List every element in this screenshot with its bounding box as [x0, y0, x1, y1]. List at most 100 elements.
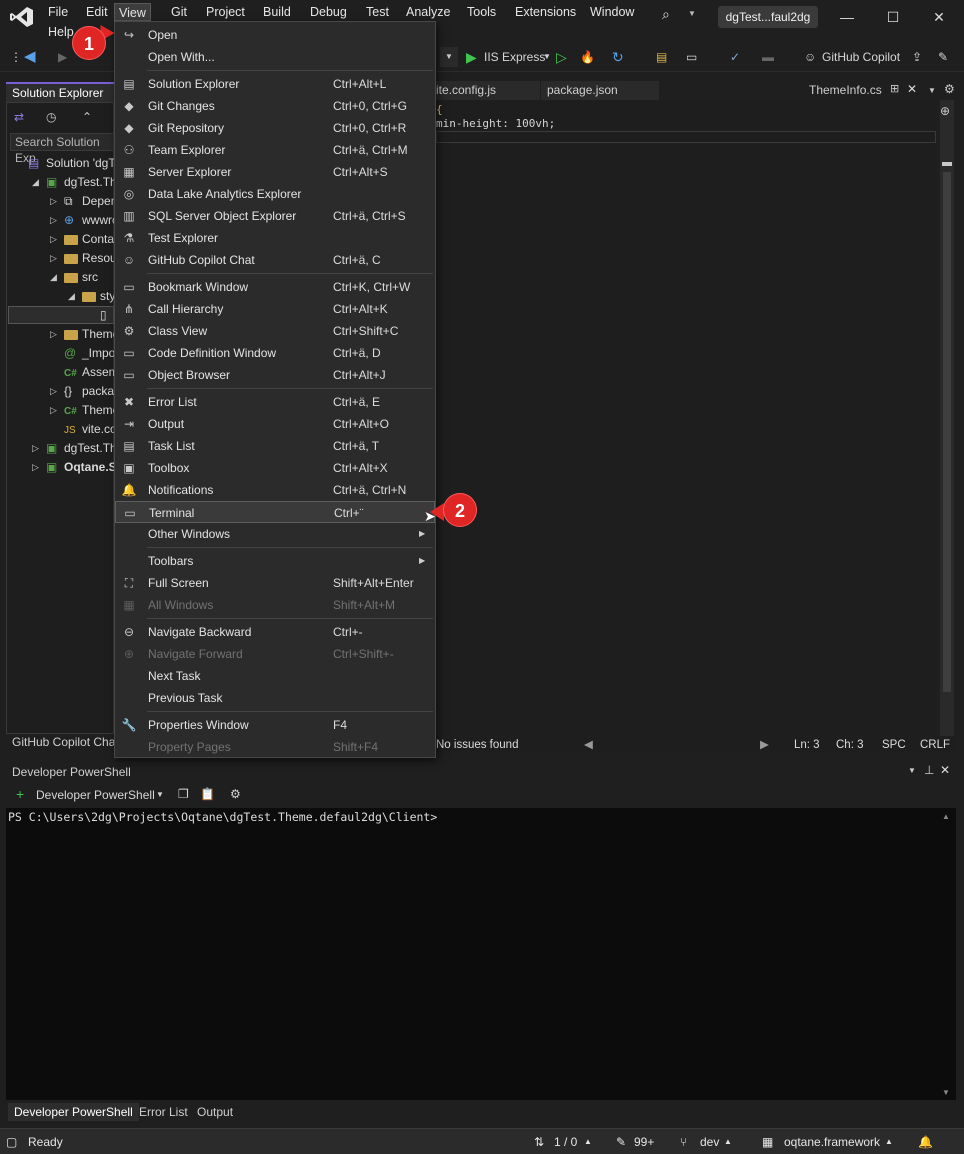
tree-item[interactable]: ▷ Theme: [0, 325, 114, 344]
chevron-down-icon[interactable]: ▼: [928, 86, 936, 95]
share-icon[interactable]: ⇪: [912, 47, 922, 67]
gear-icon[interactable]: ⚙: [944, 82, 955, 96]
menu-file[interactable]: File: [44, 3, 72, 21]
tab-theme-info[interactable]: ThemeInfo.cs: [803, 81, 889, 100]
forward-icon[interactable]: ▶: [58, 47, 67, 67]
pin-icon[interactable]: ⊥: [924, 763, 934, 777]
history-icon[interactable]: ◷: [46, 110, 56, 124]
menu-item-output[interactable]: ⇥ Output Ctrl+Alt+O: [115, 413, 435, 435]
menu-item-git-changes[interactable]: ◆ Git Changes Ctrl+0, Ctrl+G: [115, 95, 435, 117]
collapse-icon[interactable]: ⌃: [82, 110, 92, 124]
chevron-down-icon[interactable]: ▼: [908, 766, 916, 775]
menu-item-call-hierarchy[interactable]: ⋔ Call Hierarchy Ctrl+Alt+K: [115, 298, 435, 320]
tree-item[interactable]: ▷ C# Theme: [0, 401, 114, 420]
pin-icon[interactable]: ⊞: [890, 82, 899, 95]
solution-explorer-tab[interactable]: Solution Explorer: [6, 82, 114, 102]
tree-item[interactable]: ▯: [0, 306, 114, 325]
menu-item-object-browser[interactable]: ▭ Object Browser Ctrl+Alt+J: [115, 364, 435, 386]
edit-count[interactable]: 99+: [634, 1129, 654, 1154]
expand-arrow-icon[interactable]: ▷: [32, 439, 39, 458]
expand-arrow-icon[interactable]: ▷: [32, 458, 39, 477]
tree-item[interactable]: ◢ src: [0, 268, 114, 287]
tree-item[interactable]: ▷ ▣ Oqtane.S: [0, 458, 114, 477]
menu-item-toolbox[interactable]: ▣ Toolbox Ctrl+Alt+X: [115, 457, 435, 479]
tree-item[interactable]: ◢ sty: [0, 287, 114, 306]
line-counter[interactable]: 1 / 0: [554, 1129, 577, 1154]
close-icon[interactable]: ✕: [907, 82, 917, 96]
menu-item-toolbars[interactable]: Toolbars ▶: [115, 550, 435, 572]
menu-item-data-lake-analytics-explorer[interactable]: ◎ Data Lake Analytics Explorer: [115, 183, 435, 205]
line-ending[interactable]: CRLF: [920, 737, 950, 753]
tree-item[interactable]: C# Assem: [0, 363, 114, 382]
menu-item-git-repository[interactable]: ◆ Git Repository Ctrl+0, Ctrl+R: [115, 117, 435, 139]
menu-item-solution-explorer[interactable]: ▤ Solution Explorer Ctrl+Alt+L: [115, 73, 435, 95]
close-icon[interactable]: ✕: [940, 763, 950, 777]
menu-item-class-view[interactable]: ⚙ Class View Ctrl+Shift+C: [115, 320, 435, 342]
menu-item-github-copilot-chat[interactable]: ☺ GitHub Copilot Chat Ctrl+ä, C: [115, 249, 435, 271]
sync-icon[interactable]: ⇄: [14, 110, 24, 124]
chevron-up-icon[interactable]: ▲: [724, 1129, 732, 1154]
copy-icon[interactable]: ❐: [178, 787, 189, 801]
tab-package-json[interactable]: package.json: [541, 81, 659, 100]
expand-arrow-icon[interactable]: ▷: [50, 192, 57, 211]
start-debug-icon[interactable]: ▶: [466, 47, 477, 67]
repo-name[interactable]: oqtane.framework: [784, 1129, 880, 1154]
line-number[interactable]: Ln: 3: [794, 737, 820, 753]
expand-arrow-icon[interactable]: ▷: [50, 325, 57, 344]
notification-bell-icon[interactable]: 🔔: [918, 1129, 933, 1154]
menu-window[interactable]: Window: [586, 3, 638, 21]
menu-item-test-explorer[interactable]: ⚗ Test Explorer: [115, 227, 435, 249]
expand-arrow-icon[interactable]: ▷: [50, 382, 57, 401]
menu-analyze[interactable]: Analyze: [402, 3, 454, 21]
menu-tools[interactable]: Tools: [463, 3, 500, 21]
add-icon[interactable]: +: [16, 786, 24, 802]
menu-test[interactable]: Test: [362, 3, 393, 21]
menu-item-open[interactable]: ↪ Open: [115, 24, 435, 46]
menu-item-code-definition-window[interactable]: ▭ Code Definition Window Ctrl+ä, D: [115, 342, 435, 364]
config-dropdown[interactable]: ▼: [440, 47, 458, 67]
gear-icon[interactable]: ⚙: [230, 787, 241, 801]
menu-item-terminal[interactable]: ▭ Terminal Ctrl+¨: [115, 501, 435, 523]
menu-item-properties-window[interactable]: 🔧 Properties Window F4: [115, 714, 435, 736]
chevron-down-icon[interactable]: ▼: [156, 790, 164, 799]
menu-debug[interactable]: Debug: [306, 3, 351, 21]
scroll-left-icon[interactable]: ◀: [584, 737, 593, 753]
paste-icon[interactable]: 📋: [200, 787, 215, 801]
tree-item[interactable]: ▷ ⊕ wwwrc: [0, 211, 114, 230]
menu-item-next-task[interactable]: Next Task: [115, 665, 435, 687]
tree-item[interactable]: ▷ Contai: [0, 230, 114, 249]
menu-item-team-explorer[interactable]: ⚇ Team Explorer Ctrl+ä, Ctrl+M: [115, 139, 435, 161]
menu-item-full-screen[interactable]: ⛶ Full Screen Shift+Alt+Enter: [115, 572, 435, 594]
expand-arrow-icon[interactable]: ▷: [50, 211, 57, 230]
menu-project[interactable]: Project: [202, 3, 249, 21]
layout-icon[interactable]: ▭: [686, 47, 697, 67]
menu-item-notifications[interactable]: 🔔 Notifications Ctrl+ä, Ctrl+N: [115, 479, 435, 501]
expand-arrow-icon[interactable]: ▷: [50, 230, 57, 249]
branch-name[interactable]: dev: [700, 1129, 719, 1154]
chevron-down-icon[interactable]: ▼: [543, 47, 551, 67]
scroll-right-icon[interactable]: ▶: [760, 737, 769, 753]
tab-developer-powershell[interactable]: Developer PowerShell: [8, 1103, 139, 1121]
start-without-debug-icon[interactable]: ▷: [556, 47, 567, 67]
tree-item[interactable]: @ _Impo: [0, 344, 114, 363]
tree-item[interactable]: ▷ Resour: [0, 249, 114, 268]
menu-item-sql-server-object-explorer[interactable]: ▥ SQL Server Object Explorer Ctrl+ä, Ctrl+…: [115, 205, 435, 227]
menu-item-previous-task[interactable]: Previous Task: [115, 687, 435, 709]
column-number[interactable]: Ch: 3: [836, 737, 864, 753]
comment-icon[interactable]: ▬: [762, 47, 774, 67]
whitespace-mode[interactable]: SPC: [882, 737, 906, 753]
scroll-down-icon[interactable]: ▼: [942, 1088, 950, 1097]
expand-arrow-icon[interactable]: ◢: [68, 287, 75, 306]
menu-item-server-explorer[interactable]: ▦ Server Explorer Ctrl+Alt+S: [115, 161, 435, 183]
tree-item[interactable]: ◢ ▣ dgTest.Th: [0, 173, 114, 192]
copilot-icon[interactable]: ☺: [804, 47, 816, 67]
tree-item[interactable]: ▷ ⧉ Depen: [0, 192, 114, 211]
spellcheck-icon[interactable]: ✓: [730, 47, 740, 67]
folder-icon[interactable]: ▤: [656, 47, 667, 67]
chevron-down-icon[interactable]: ▼: [688, 9, 696, 18]
menu-item-error-list[interactable]: ✖ Error List Ctrl+ä, E: [115, 391, 435, 413]
expand-arrow-icon[interactable]: ▷: [50, 401, 57, 420]
expand-arrow-icon[interactable]: ◢: [32, 173, 39, 192]
code-editor[interactable]: [436, 100, 936, 736]
tree-item[interactable]: JS vite.co: [0, 420, 114, 439]
